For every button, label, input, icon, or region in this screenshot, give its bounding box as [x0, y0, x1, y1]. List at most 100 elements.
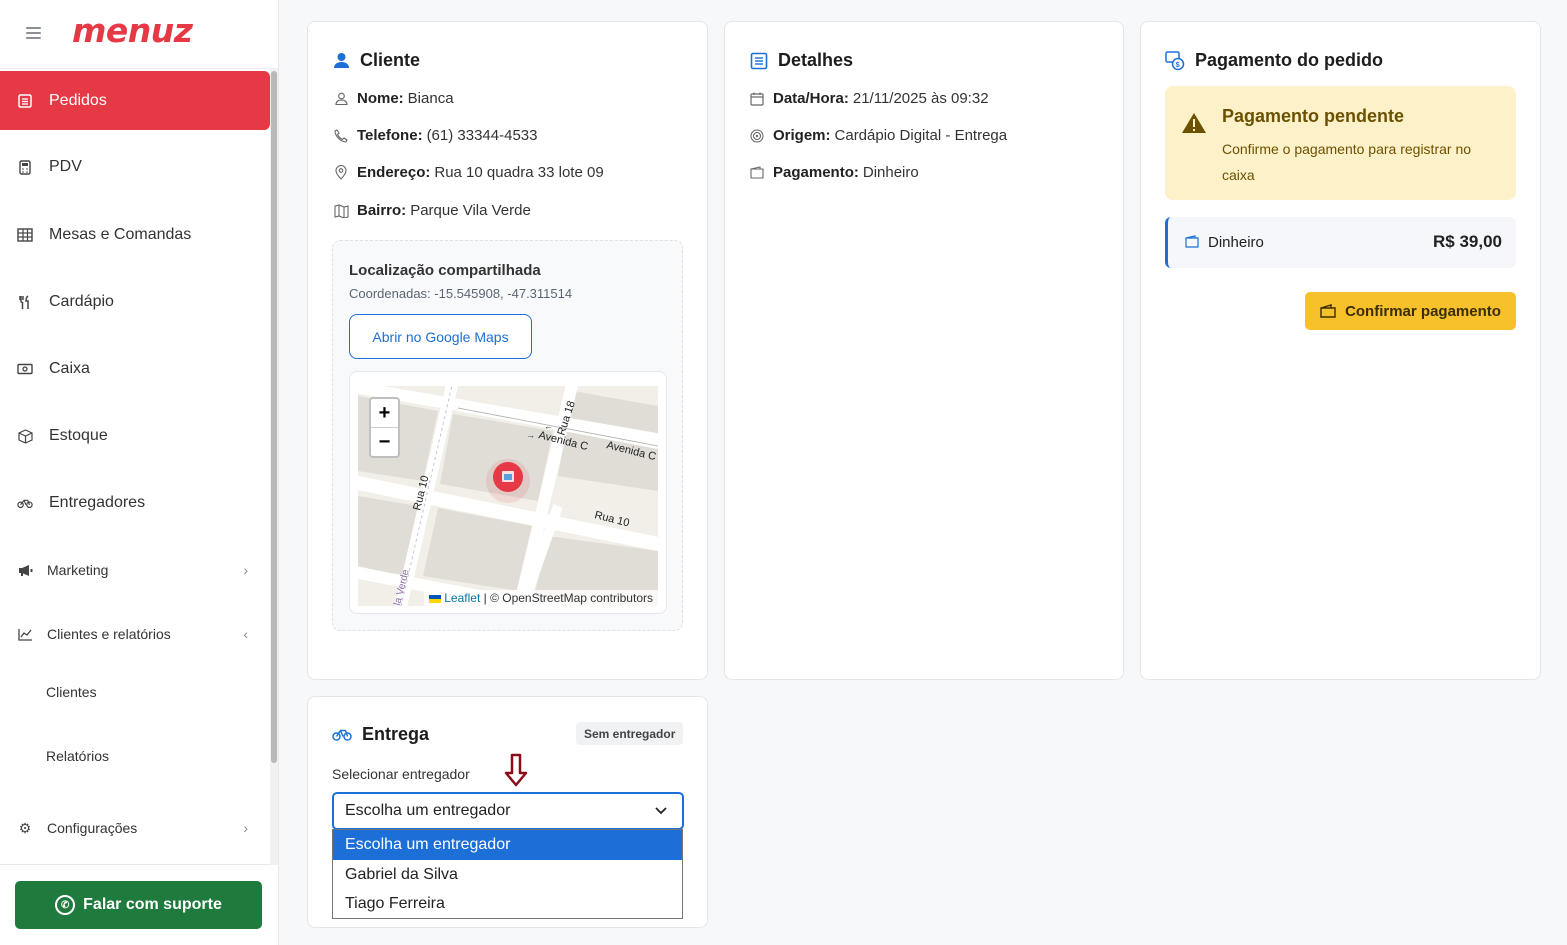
data-label: Data/Hora:	[773, 90, 849, 107]
sidebar-item-label: Mesas e Comandas	[49, 226, 192, 243]
sidebar-item-marketing[interactable]: Marketing ›	[0, 550, 270, 590]
calendar-icon	[749, 92, 765, 106]
sidebar-item-label: Estoque	[49, 427, 108, 444]
courier-select[interactable]: Escolha um entregador	[332, 792, 684, 830]
location-coords: Coordenadas: -15.545908, -47.311514	[349, 286, 573, 301]
arrow-down-icon	[504, 753, 528, 792]
hamburger-menu-icon[interactable]	[26, 27, 41, 39]
wallet-icon	[1185, 235, 1200, 253]
courier-dropdown: Escolha um entregador Gabriel da Silva T…	[332, 829, 683, 919]
map-zoom-control: + −	[369, 397, 400, 458]
sidebar-item-label: Pedidos	[49, 91, 107, 109]
dropdown-option[interactable]: Escolha um entregador	[333, 830, 682, 860]
courier-select-value: Escolha um entregador	[345, 802, 511, 819]
chevron-left-icon: ‹	[243, 626, 248, 642]
sidebar-item-pedidos[interactable]: Pedidos	[0, 71, 270, 130]
sidebar-item-mesas[interactable]: Mesas e Comandas	[0, 206, 270, 264]
wallet-icon	[1320, 304, 1337, 318]
cash-icon	[17, 361, 33, 377]
phone-icon	[333, 128, 349, 143]
gear-icon: ⚙	[18, 819, 32, 836]
calculator-icon	[17, 159, 33, 175]
status-badge: Sem entregador	[576, 722, 684, 745]
sidebar-item-clientes-relatorios[interactable]: Clientes e relatórios ‹	[0, 614, 270, 654]
payment-method-label: Dinheiro	[1208, 234, 1264, 251]
sidebar-subitem-relatorios[interactable]: Relatórios	[46, 748, 109, 764]
detalhes-data-row: Data/Hora: 21/11/2025 às 09:32	[749, 90, 989, 107]
zoom-out-button[interactable]: −	[371, 428, 398, 457]
confirm-payment-label: Confirmar pagamento	[1345, 302, 1501, 320]
sidebar-item-cardapio[interactable]: Cardápio	[0, 273, 270, 331]
sidebar-item-label: Marketing	[47, 562, 109, 578]
chevron-right-icon: ›	[243, 562, 248, 578]
endereco-label: Endereço:	[357, 164, 431, 181]
list-icon	[17, 93, 33, 109]
pagamento-card: $ Pagamento do pedido Pagamento pendente…	[1140, 21, 1541, 680]
sidebar-item-label: Clientes e relatórios	[47, 626, 171, 642]
detalhes-origem-row: Origem: Cardápio Digital - Entrega	[749, 127, 1007, 144]
nome-value: Bianca	[407, 90, 454, 107]
dropdown-option[interactable]: Tiago Ferreira	[333, 889, 682, 918]
sidebar-item-estoque[interactable]: Estoque	[0, 407, 270, 465]
data-value: 21/11/2025 às 09:32	[852, 90, 989, 107]
target-icon	[749, 128, 765, 143]
origem-label: Origem:	[773, 127, 831, 144]
google-maps-button[interactable]: Abrir no Google Maps	[349, 314, 532, 359]
warning-icon	[1181, 112, 1207, 139]
bairro-value: Parque Vila Verde	[410, 202, 531, 219]
dropdown-option[interactable]: Gabriel da Silva	[333, 860, 682, 889]
sidebar-header: menuz	[0, 0, 278, 69]
map[interactable]: Rua 18 Avenida C Avenida C Rua 10 Rua 10…	[358, 386, 658, 606]
sidebar-item-label: Caixa	[49, 360, 90, 377]
pagamento-title: $ Pagamento do pedido	[1165, 50, 1383, 71]
warning-title: Pagamento pendente	[1222, 106, 1405, 126]
sidebar-item-label: Entregadores	[49, 494, 146, 511]
sidebar-subitem-clientes[interactable]: Clientes	[46, 684, 97, 700]
sidebar-item-label: PDV	[49, 158, 82, 175]
ukraine-flag-icon	[429, 594, 442, 603]
chevron-down-icon	[654, 803, 668, 822]
chevron-right-icon: ›	[243, 820, 248, 836]
warning-text: Confirme o pagamento para registrar no c…	[1222, 141, 1472, 183]
payment-amount: R$ 39,00	[1433, 232, 1502, 251]
support-button[interactable]: ✆ Falar com suporte	[15, 881, 262, 929]
cliente-telefone-row: Telefone: (61) 33344-4533	[333, 127, 537, 144]
cliente-card: Cliente Nome: Bianca Telefone: (61) 33344-…	[307, 21, 708, 680]
sidebar-scrollbar[interactable]	[270, 69, 278, 865]
payment-method-row: Dinheiro R$ 39,00	[1165, 217, 1516, 268]
sidebar-item-pdv[interactable]: PDV	[0, 138, 270, 196]
logo: menuz	[72, 11, 193, 50]
cliente-endereco-row: Endereço: Rua 10 quadra 33 lote 09	[333, 164, 604, 181]
chart-line-icon	[17, 626, 33, 642]
osm-attribution: | © OpenStreetMap contributors	[480, 591, 653, 605]
leaflet-link[interactable]: Leaflet	[444, 591, 480, 605]
sidebar: menuz Pedidos PDV Mesas e Comandas Cardá…	[0, 0, 279, 945]
zoom-in-button[interactable]: +	[371, 399, 398, 428]
wallet-icon	[749, 166, 765, 179]
box-icon	[17, 428, 33, 444]
bicycle-icon	[17, 495, 33, 511]
utensils-icon	[17, 294, 33, 310]
cliente-title: Cliente	[333, 50, 420, 71]
scrollbar-thumb[interactable]	[271, 71, 277, 763]
location-title: Localização compartilhada	[349, 262, 541, 279]
receipt-icon	[750, 52, 768, 70]
cliente-bairro-row: Bairro: Parque Vila Verde	[333, 202, 531, 219]
svg-text:$: $	[1176, 62, 1180, 69]
support-button-label: Falar com suporte	[83, 896, 222, 913]
entrega-title-text: Entrega	[362, 724, 430, 744]
sidebar-item-caixa[interactable]: Caixa	[0, 340, 270, 398]
detalhes-title-text: Detalhes	[778, 50, 854, 70]
pagamento-title-text: Pagamento do pedido	[1195, 50, 1384, 70]
origem-value: Cardápio Digital - Entrega	[834, 127, 1008, 144]
sidebar-item-configuracoes[interactable]: ⚙ Configurações ›	[0, 808, 270, 848]
nome-label: Nome:	[357, 90, 404, 107]
confirm-payment-button[interactable]: Confirmar pagamento	[1305, 292, 1516, 330]
megaphone-icon	[17, 562, 33, 578]
map-icon	[333, 203, 349, 218]
detalhes-title: Detalhes	[750, 50, 853, 71]
detalhes-pagamento-row: Pagamento: Dinheiro	[749, 164, 919, 181]
sidebar-item-entregadores[interactable]: Entregadores	[0, 474, 270, 532]
telefone-label: Telefone:	[357, 127, 423, 144]
endereco-value: Rua 10 quadra 33 lote 09	[434, 164, 604, 181]
